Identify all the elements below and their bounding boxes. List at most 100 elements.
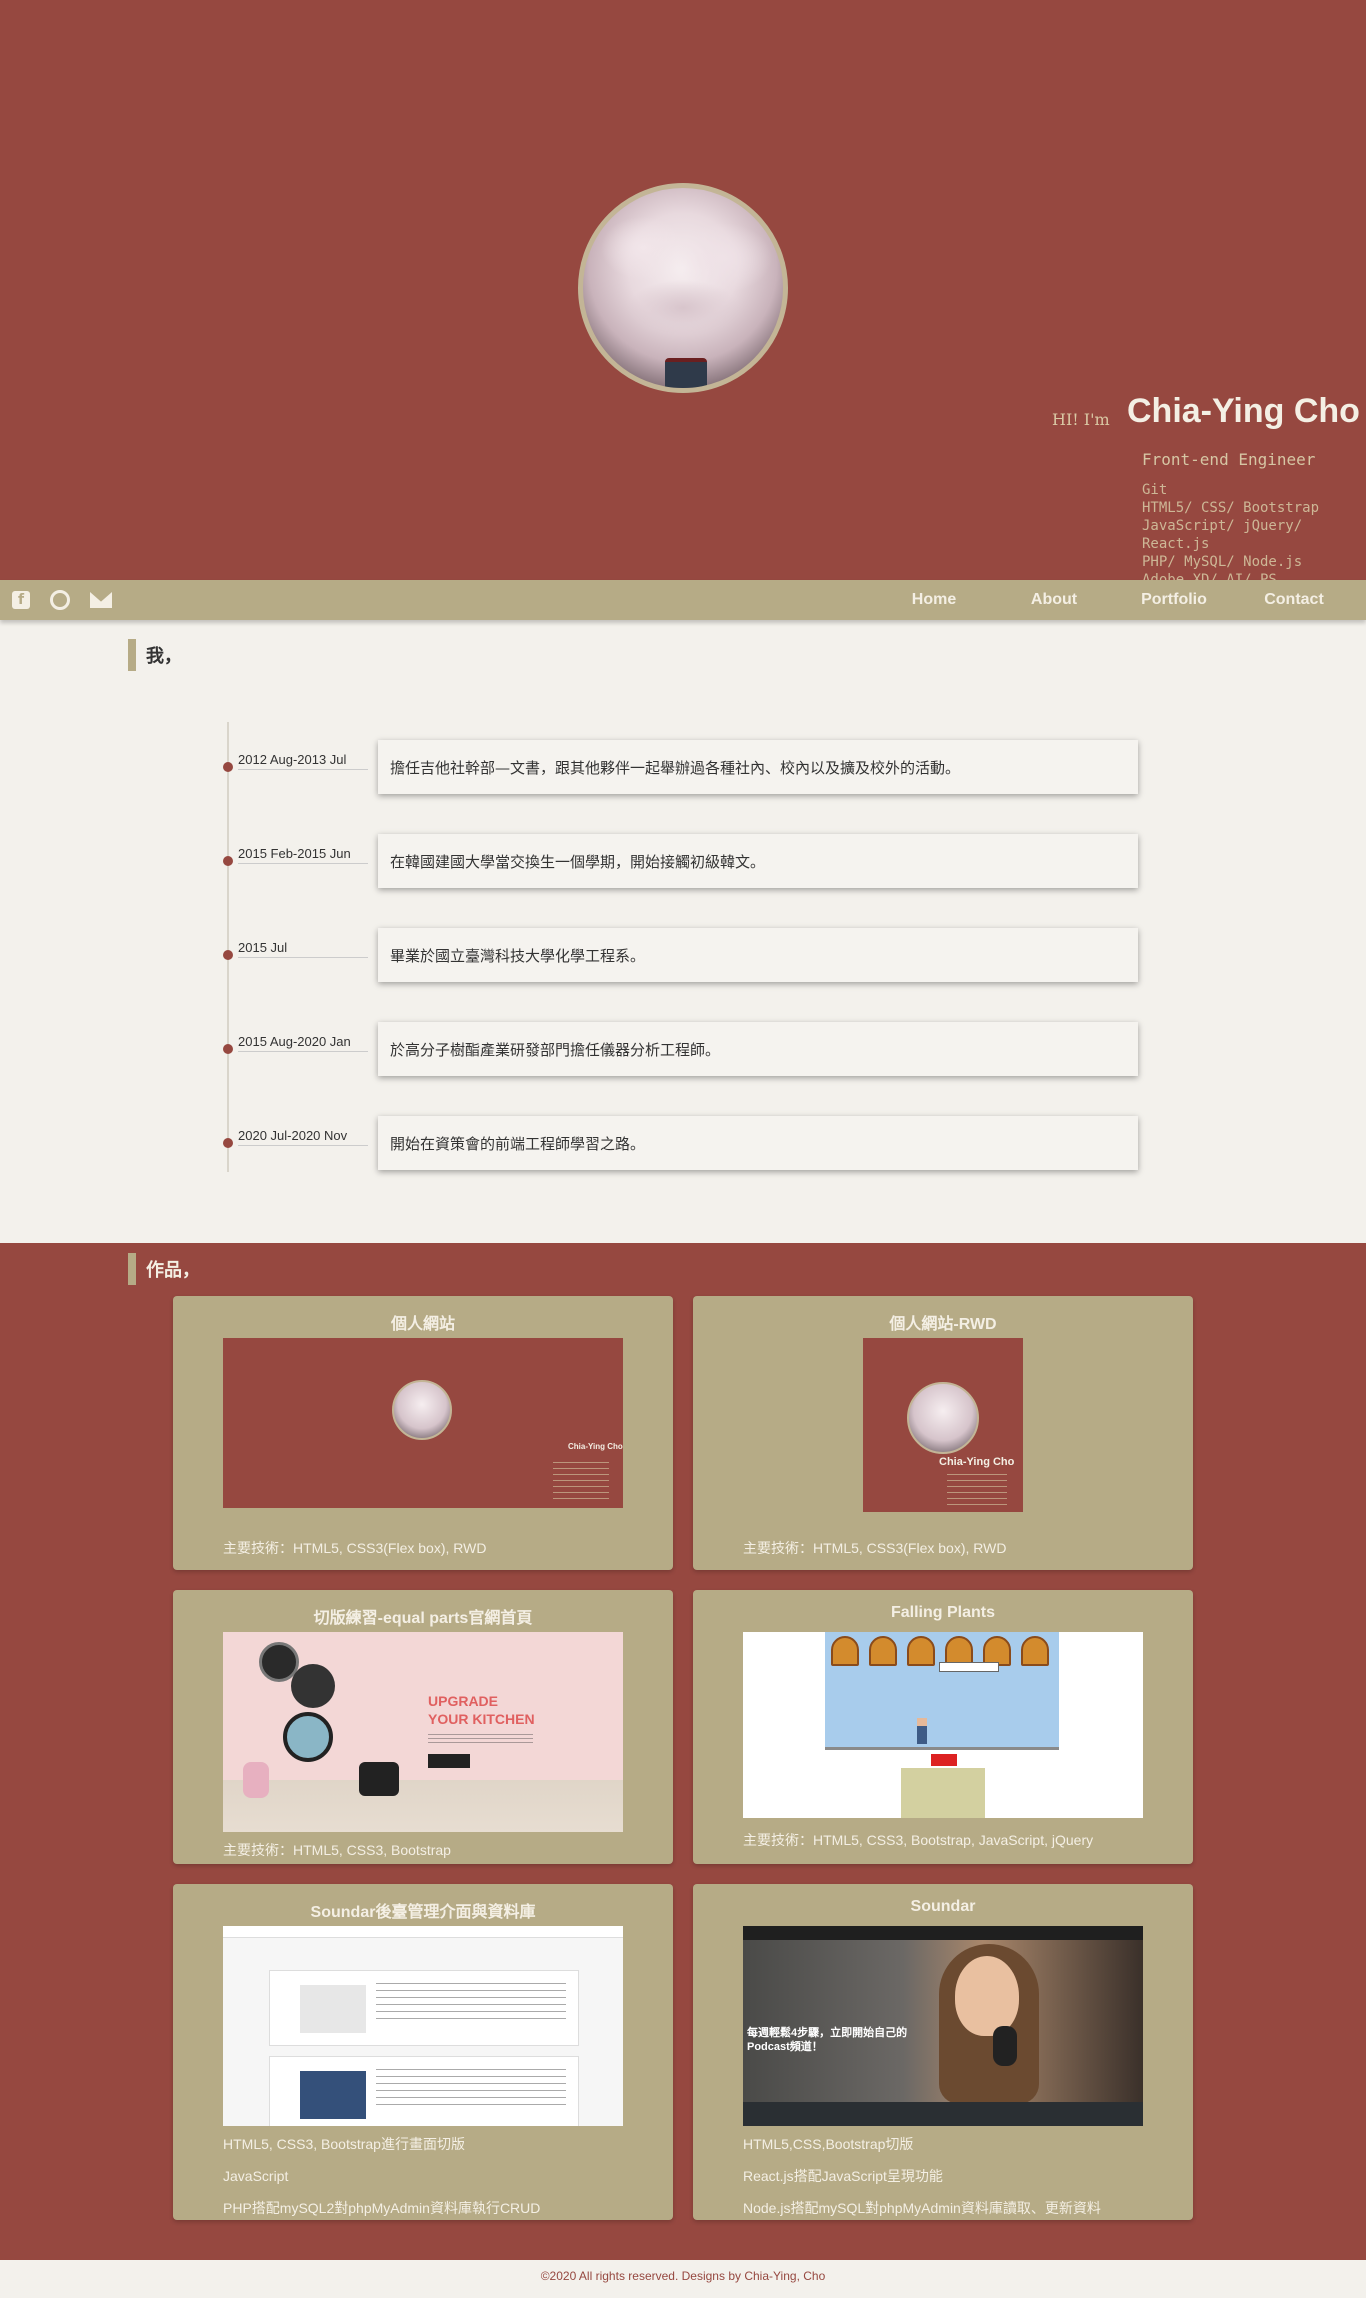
thumb-avatar: [907, 1382, 979, 1454]
card-desc-line: 主要技術：HTML5, CSS3, Bootstrap: [223, 1842, 451, 1858]
window-decoration: [831, 1636, 859, 1666]
card-title: Soundar: [910, 1898, 976, 1915]
timeline-item: 2020 Jul-2020 Nov 開始在資策會的前端工程師學習之路。: [220, 1116, 1140, 1172]
portfolio-heading: 作品，: [128, 1253, 200, 1285]
card-desc-line: HTML5,CSS,Bootstrap切版: [743, 2136, 914, 2152]
nav-home[interactable]: Home: [874, 591, 994, 609]
portfolio-card[interactable]: 切版練習-equal parts官網首頁 UPGRADE YOUR KITCHE…: [173, 1590, 673, 1864]
card-desc: 主要技術：HTML5, CSS3(Flex box), RWD: [173, 1518, 673, 1564]
thumb-button: [428, 1754, 470, 1768]
card-desc: 主要技術：HTML5, CSS3(Flex box), RWD: [693, 1522, 1193, 1564]
timeline-date: 2012 Aug-2013 Jul: [238, 752, 368, 770]
thumb-text-lines: [947, 1474, 1007, 1506]
card-title: Soundar後臺管理介面與資料庫: [310, 1904, 536, 1921]
footer-text: ©2020 All rights reserved. Designs by Ch…: [540, 2269, 826, 2283]
thumb-navbar: [223, 1508, 623, 1518]
nav-portfolio[interactable]: Portfolio: [1114, 591, 1234, 609]
window-decoration: [869, 1636, 897, 1666]
start-button-graphic: [939, 1662, 999, 1672]
card-desc-line: 主要技術：HTML5, CSS3(Flex box), RWD: [223, 1540, 487, 1556]
thumb-navbar: [863, 1512, 1023, 1522]
card-thumbnail[interactable]: UPGRADE YOUR KITCHEN: [223, 1632, 623, 1832]
card-desc-line: HTML5, CSS3, Bootstrap進行畫面切版: [223, 2136, 465, 2152]
hero-name: Chia-Ying Cho: [1127, 392, 1360, 430]
card-thumbnail[interactable]: Chia-Ying Cho: [223, 1338, 623, 1518]
thumb-name: Chia-Ying Cho: [939, 1456, 1015, 1468]
card-desc-line: 主要技術：HTML5, CSS3, Bootstrap, JavaScript,…: [743, 1832, 1094, 1848]
portfolio-card[interactable]: Soundar後臺管理介面與資料庫 HTML5, CSS3, Bootstrap…: [173, 1884, 673, 2220]
pan-decoration: [291, 1664, 335, 1708]
timeline-text: 在韓國建國大學當交換生一個學期，開始接觸初級韓文。: [378, 834, 1138, 888]
card-desc: 主要技術：HTML5, CSS3, Bootstrap, JavaScript,…: [693, 1818, 1193, 1856]
nav-contact[interactable]: Contact: [1234, 591, 1354, 609]
card-thumbnail[interactable]: [223, 1926, 623, 2126]
soundar-player-bar: [743, 2102, 1143, 2126]
portfolio-section: 作品， 個人網站 Chia-Ying Cho 主要技術：HTML5, CSS3(…: [0, 1243, 1366, 2260]
facebook-icon[interactable]: f: [12, 591, 30, 609]
timeline-dot: [223, 762, 233, 772]
admin-list-item: [269, 1970, 579, 2046]
card-desc-line: Node.js搭配mySQL對phpMyAdmin資料庫讀取、更新資料: [743, 2200, 1101, 2216]
hero-photo-face: [955, 1956, 1019, 2036]
portfolio-card[interactable]: Falling Plants 主要技術：HTML5, CSS3, Bootstr…: [693, 1590, 1193, 1864]
timeline-text: 於高分子樹酯產業研發部門擔任儀器分析工程師。: [378, 1022, 1138, 1076]
mail-icon[interactable]: [90, 592, 112, 608]
card-desc-line: 主要技術：HTML5, CSS3(Flex box), RWD: [743, 1540, 1007, 1556]
thumb-avatar: [392, 1380, 452, 1440]
player-figure: [917, 1718, 927, 1744]
greeting-text: HI! I'm: [1052, 410, 1110, 429]
card-desc: HTML5,CSS,Bootstrap切版 React.js搭配JavaScri…: [693, 2126, 1193, 2224]
timeline-dot: [223, 950, 233, 960]
card-desc: HTML5, CSS3, Bootstrap進行畫面切版 JavaScript …: [173, 2126, 673, 2224]
timeline-text: 開始在資策會的前端工程師學習之路。: [378, 1116, 1138, 1170]
social-links: f: [12, 590, 112, 610]
timeline-dot: [223, 856, 233, 866]
timeline-date: 2015 Aug-2020 Jan: [238, 1034, 368, 1052]
card-title: 個人網站: [390, 1316, 455, 1333]
thumb-name: Chia-Ying Cho: [568, 1442, 623, 1451]
portfolio-card[interactable]: 個人網站 Chia-Ying Cho 主要技術：HTML5, CSS3(Flex…: [173, 1296, 673, 1570]
window-decoration: [1021, 1636, 1049, 1666]
timeline-date: 2020 Jul-2020 Nov: [238, 1128, 368, 1146]
microphone-graphic: [993, 2026, 1017, 2066]
card-desc-line: PHP搭配mySQL2對phpMyAdmin資料庫執行CRUD: [223, 2200, 541, 2216]
heading-accent-bar: [128, 1253, 136, 1285]
pan-decoration: [283, 1712, 333, 1762]
about-heading: 我，: [128, 639, 182, 671]
card-desc-line: JavaScript: [223, 2168, 289, 2184]
game-control-graphic: [931, 1754, 957, 1766]
skill-item: PHP/ MySQL/ Node.js: [1142, 554, 1303, 570]
nav-links: Home About Portfolio Contact: [874, 591, 1354, 609]
timeline-text: 擔任吉他社幹部—文書，跟其他夥伴一起舉辦過各種社內、校內以及擴及校外的活動。: [378, 740, 1138, 794]
card-thumbnail[interactable]: 每週輕鬆4步驟，立即開始自己的Podcast頻道！: [743, 1926, 1143, 2126]
timeline-item: 2015 Aug-2020 Jan 於高分子樹酯產業研發部門擔任儀器分析工程師。: [220, 1022, 1140, 1078]
product-image: [300, 1985, 366, 2033]
soundar-navbar: [743, 1926, 1143, 1940]
profile-avatar: [578, 183, 788, 393]
card-title: 個人網站-RWD: [889, 1316, 997, 1333]
product-text-lines: [376, 1983, 566, 2023]
window-decoration: [907, 1636, 935, 1666]
skill-item: Git: [1142, 482, 1168, 498]
card-thumbnail[interactable]: Chia-Ying Cho: [863, 1338, 1023, 1522]
admin-list-item: [269, 2056, 579, 2126]
admin-topbar: [223, 1926, 623, 1938]
card-desc-line: React.js搭配JavaScript呈現功能: [743, 2168, 943, 2184]
nav-about[interactable]: About: [994, 591, 1114, 609]
card-title: 切版練習-equal parts官網首頁: [313, 1610, 533, 1627]
hero-section: HI! I'm Chia-Ying Cho Front-end Engineer…: [0, 0, 1366, 588]
timeline-date: 2015 Feb-2015 Jun: [238, 846, 368, 864]
portfolio-title: 作品，: [146, 1260, 200, 1281]
product-text-lines: [376, 2069, 566, 2109]
page-footer: ©2020 All rights reserved. Designs by Ch…: [0, 2260, 1366, 2295]
card-thumbnail[interactable]: [743, 1632, 1143, 1818]
main-navbar: f Home About Portfolio Contact: [0, 580, 1366, 620]
timeline-dot: [223, 1138, 233, 1148]
portfolio-card[interactable]: 個人網站-RWD Chia-Ying Cho 主要技術：HTML5, CSS3(…: [693, 1296, 1193, 1570]
heading-accent-bar: [128, 639, 136, 671]
github-icon[interactable]: [50, 590, 70, 610]
portfolio-card[interactable]: Soundar 每週輕鬆4步驟，立即開始自己的Podcast頻道！ HTML5,…: [693, 1884, 1193, 2220]
skill-list: Git HTML5/ CSS/ Bootstrap JavaScript/ jQ…: [1142, 481, 1366, 589]
vase-decoration: [243, 1762, 269, 1798]
about-title: 我，: [146, 646, 182, 667]
